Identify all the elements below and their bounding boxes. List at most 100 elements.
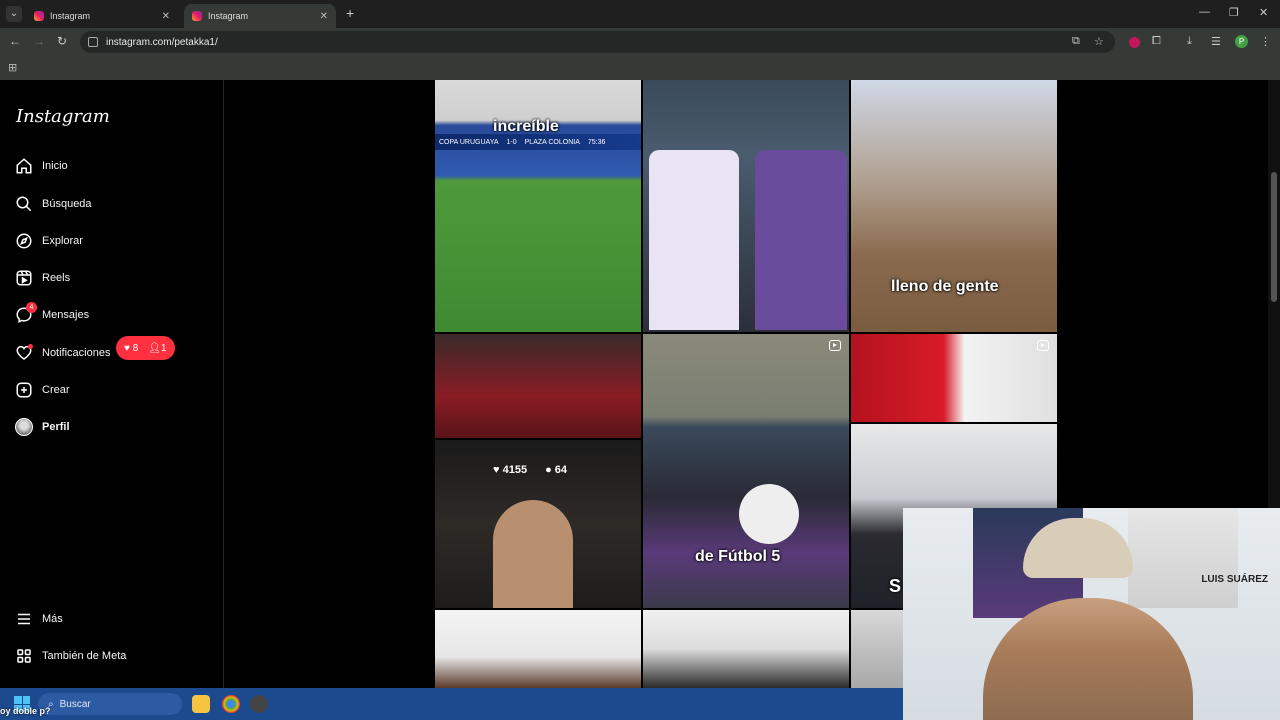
- browser-tabstrip: ⌄ Instagram ✕ Instagram ✕ + — ❐ ✕: [0, 0, 1280, 28]
- heart-filled-icon: ♥: [124, 342, 133, 354]
- jersey-purple: [755, 150, 847, 330]
- post-tile[interactable]: lleno de gente: [851, 80, 1057, 332]
- install-app-icon[interactable]: ⧉: [1072, 35, 1080, 48]
- back-icon[interactable]: ←: [9, 34, 21, 48]
- browser-tab-1[interactable]: Instagram ✕: [26, 4, 178, 28]
- poster-player: [1128, 508, 1238, 608]
- profile-avatar[interactable]: P: [1235, 35, 1248, 48]
- post-tile[interactable]: [851, 334, 1057, 422]
- like-count: ♥ 4155: [493, 464, 528, 476]
- post-caption: S: [889, 576, 902, 596]
- reload-icon[interactable]: ↻: [57, 34, 67, 48]
- tab-close-icon[interactable]: ✕: [320, 11, 328, 22]
- bookmarks-bar: ⊞: [0, 56, 1280, 80]
- user-icon: 👤︎: [148, 342, 161, 354]
- jersey-white: [649, 150, 739, 330]
- plus-square-icon: [14, 380, 34, 400]
- extension-icon[interactable]: [1129, 37, 1140, 48]
- window-close-icon[interactable]: ✕: [1259, 6, 1268, 19]
- nav-create[interactable]: Crear: [14, 377, 70, 403]
- new-tab-icon[interactable]: +: [346, 5, 354, 21]
- browser-toolbar: ← → ↻ instagram.com/petakka1/ ⧉ ☆ ⧠ ⤓ ☰ …: [0, 28, 1280, 56]
- tab-close-icon[interactable]: ✕: [162, 11, 170, 22]
- url-text: instagram.com/petakka1/: [106, 36, 218, 48]
- nav-profile[interactable]: Perfil: [14, 414, 70, 440]
- site-info-icon[interactable]: [88, 37, 98, 47]
- messenger-icon: 4: [14, 302, 37, 325]
- scroll-thumb[interactable]: [1271, 172, 1277, 302]
- file-explorer-icon[interactable]: [192, 695, 210, 713]
- reel-indicator-icon: [1037, 340, 1049, 351]
- post-caption: de Fútbol 5: [695, 548, 781, 565]
- heart-icon: [14, 343, 34, 363]
- nav-label: Explorar: [42, 235, 83, 247]
- football-ball: [739, 484, 799, 544]
- nav-label: Crear: [42, 384, 70, 396]
- post-caption: lleno de gente: [891, 278, 999, 295]
- tab-search-button[interactable]: ⌄: [6, 6, 22, 22]
- post-tile[interactable]: [435, 610, 641, 688]
- nav-home[interactable]: Inicio: [14, 153, 68, 179]
- browser-menu-icon[interactable]: ⋮: [1260, 35, 1271, 48]
- nav-label: Notificaciones: [42, 347, 111, 359]
- post-tile[interactable]: [643, 610, 849, 688]
- tab-title: Instagram: [208, 11, 249, 21]
- nav-label: Perfil: [42, 421, 70, 433]
- likes-count: 8: [132, 342, 139, 354]
- nav-also-from-meta[interactable]: También de Meta: [14, 643, 126, 669]
- obs-icon[interactable]: [250, 695, 268, 713]
- nav-label: Inicio: [42, 160, 68, 172]
- streamer-webcam: LUIS SUÁREZ: [903, 508, 1280, 720]
- poster-label: LUIS SUÁREZ: [1201, 574, 1268, 585]
- comment-count: ● 64: [545, 464, 568, 476]
- download-icon[interactable]: ⤓: [1187, 35, 1192, 48]
- nav-label: Más: [42, 613, 63, 625]
- follows-count: 1: [160, 342, 167, 354]
- post-tile[interactable]: [435, 334, 641, 438]
- instagram-sidebar: Instagram Inicio Búsqueda Explorar Reels: [0, 80, 224, 688]
- windows-taskbar: ⌕ Buscar: [0, 688, 903, 720]
- chrome-icon[interactable]: [222, 695, 240, 713]
- post-tile[interactable]: de Fútbol 5: [643, 334, 849, 608]
- notification-pill[interactable]: ♥ 8 👤︎ 1: [116, 336, 175, 360]
- instagram-favicon-icon: [192, 11, 202, 21]
- bookmark-star-icon[interactable]: ☆: [1094, 35, 1104, 48]
- apps-grid-icon[interactable]: ⊞: [8, 61, 17, 74]
- nav-notifications[interactable]: Notificaciones: [14, 340, 110, 366]
- nav-search[interactable]: Búsqueda: [14, 191, 92, 217]
- nav-reels[interactable]: Reels: [14, 265, 70, 291]
- instagram-logo[interactable]: Instagram: [16, 106, 110, 127]
- tab-title: Instagram: [50, 11, 91, 21]
- reel-indicator-icon: [829, 340, 841, 351]
- meta-grid-icon: [14, 646, 34, 666]
- stream-subtitle: oy doble p?: [0, 706, 51, 716]
- extensions-icon[interactable]: ⧠: [1152, 35, 1161, 48]
- post-tile[interactable]: [643, 80, 849, 332]
- instagram-favicon-icon: [34, 11, 44, 21]
- match-scoreboard: COPA URUGUAYA 1-0 PLAZA COLONIA 75:36: [435, 134, 641, 150]
- minimize-icon[interactable]: —: [1199, 6, 1210, 18]
- address-bar[interactable]: instagram.com/petakka1/: [80, 31, 1115, 53]
- messages-badge: 4: [26, 302, 37, 313]
- taskbar-search-placeholder: Buscar: [59, 698, 91, 710]
- post-caption: increíble: [493, 118, 559, 135]
- taskbar-search[interactable]: ⌕ Buscar: [38, 693, 182, 715]
- compass-icon: [14, 231, 34, 251]
- nav-label: También de Meta: [42, 650, 127, 662]
- screen: ⌄ Instagram ✕ Instagram ✕ + — ❐ ✕ ← → ↻ …: [0, 0, 1280, 720]
- post-hover-stats: ♥ 4155 ● 64: [493, 464, 567, 476]
- post-tile[interactable]: COPA URUGUAYA 1-0 PLAZA COLONIA 75:36 in…: [435, 80, 641, 332]
- menu-icon: [14, 609, 34, 629]
- avatar: [14, 417, 34, 437]
- nav-label: Reels: [42, 272, 71, 284]
- reels-icon: [14, 268, 34, 288]
- restore-icon[interactable]: ❐: [1229, 6, 1239, 19]
- media-control-icon[interactable]: ☰: [1211, 35, 1221, 48]
- nav-explore[interactable]: Explorar: [14, 228, 83, 254]
- home-icon: [14, 156, 34, 176]
- nav-messages[interactable]: 4 Mensajes: [14, 302, 89, 328]
- forward-icon[interactable]: →: [33, 34, 45, 48]
- nav-more[interactable]: Más: [14, 606, 63, 632]
- browser-tab-2[interactable]: Instagram ✕: [184, 4, 336, 28]
- nav-label: Mensajes: [42, 309, 90, 321]
